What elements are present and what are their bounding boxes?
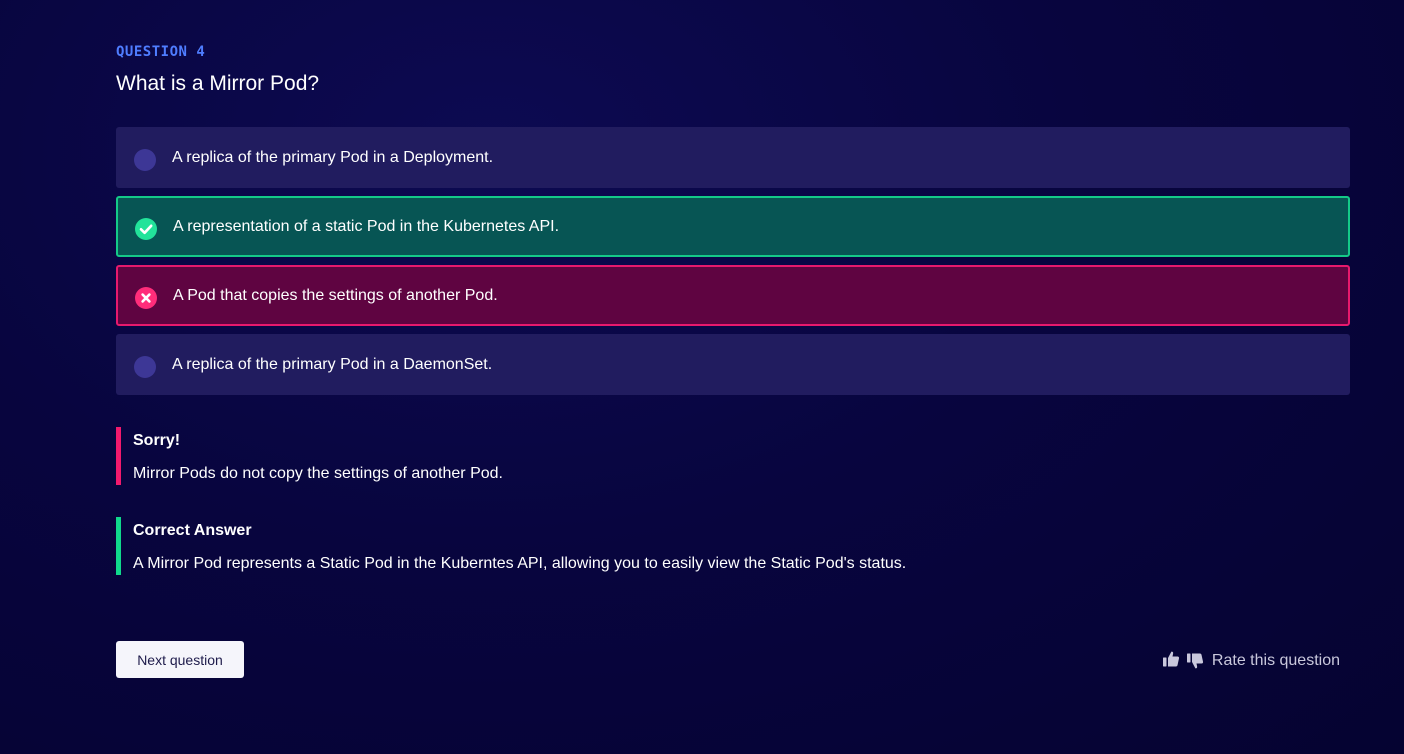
answer-option-3[interactable]: A Pod that copies the settings of anothe…: [116, 265, 1350, 326]
incorrect-feedback-body: Mirror Pods do not copy the settings of …: [133, 465, 503, 482]
correct-answer-feedback: Correct Answer A Mirror Pod represents a…: [116, 517, 1116, 575]
thumbs-up-icon[interactable]: [1162, 650, 1180, 668]
rate-question: Rate this question: [1162, 648, 1340, 670]
answer-option-1[interactable]: A replica of the primary Pod in a Deploy…: [116, 127, 1350, 188]
radio-circle-icon: [134, 355, 156, 378]
correct-answer-body: A Mirror Pod represents a Static Pod in …: [133, 555, 907, 572]
incorrect-feedback: Sorry! Mirror Pods do not copy the setti…: [116, 427, 1116, 485]
question-label: QUESTION 4: [116, 44, 206, 60]
answer-option-4[interactable]: A replica of the primary Pod in a Daemon…: [116, 334, 1350, 395]
answer-options: A replica of the primary Pod in a Deploy…: [116, 127, 1350, 403]
answer-option-text: A replica of the primary Pod in a Deploy…: [172, 148, 494, 166]
answer-option-2[interactable]: A representation of a static Pod in the …: [116, 196, 1350, 257]
check-circle-icon: [135, 217, 157, 240]
x-circle-icon: [135, 286, 157, 309]
answer-option-text: A Pod that copies the settings of anothe…: [173, 286, 498, 304]
answer-option-text: A replica of the primary Pod in a Daemon…: [172, 355, 493, 373]
next-question-button[interactable]: Next question: [116, 641, 244, 678]
correct-answer-title: Correct Answer: [133, 522, 252, 539]
question-text: What is a Mirror Pod?: [116, 72, 320, 95]
answer-option-text: A representation of a static Pod in the …: [173, 217, 560, 235]
incorrect-feedback-title: Sorry!: [133, 432, 181, 449]
thumbs-down-icon[interactable]: [1186, 652, 1204, 670]
radio-circle-icon: [134, 148, 156, 171]
rate-question-label[interactable]: Rate this question: [1212, 652, 1340, 670]
